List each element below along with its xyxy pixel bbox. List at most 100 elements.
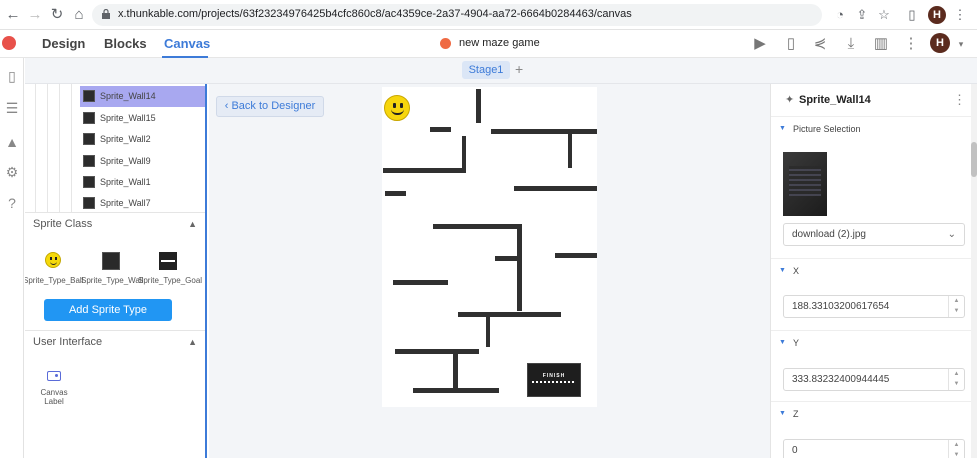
wall-sprite[interactable] — [495, 256, 517, 261]
number-stepper[interactable]: ▲ ▼ — [948, 296, 964, 317]
sprite-label: Sprite_Wall15 — [100, 113, 156, 123]
tab-canvas[interactable]: Canvas — [164, 36, 210, 51]
thunkable-logo-icon[interactable] — [2, 36, 16, 50]
browser-profile-avatar[interactable]: H — [928, 6, 946, 24]
tab-design[interactable]: Design — [42, 36, 85, 51]
canvas-label-component[interactable]: Canvas Label — [36, 371, 72, 406]
number-stepper[interactable]: ▲ ▼ — [948, 440, 964, 458]
back-to-designer-button[interactable]: ‹ Back to Designer — [216, 96, 324, 117]
chevron-down-icon: ⌄ — [947, 229, 956, 240]
x-input[interactable]: 188.33103200617654 ▲ ▼ — [783, 295, 965, 318]
number-stepper[interactable]: ▲ ▼ — [948, 369, 964, 390]
scrollbar-thumb[interactable] — [971, 142, 977, 177]
app-header: Design Blocks Canvas new maze game ▶ ▯ ⋞… — [0, 30, 977, 58]
sprite-list-item[interactable]: Sprite_Wall9 — [80, 151, 205, 172]
section-title: X — [793, 266, 800, 276]
wall-sprite[interactable] — [393, 280, 448, 285]
y-section[interactable]: ▼ Y — [771, 330, 977, 354]
picture-thumbnail[interactable] — [783, 152, 827, 216]
sprite-list-item[interactable]: Sprite_Wall14 — [80, 86, 205, 107]
x-value: 188.33103200617654 — [792, 301, 890, 312]
device-icon[interactable]: ▯ — [4, 68, 20, 84]
wall-sprite[interactable] — [486, 314, 490, 347]
user-avatar[interactable]: H — [930, 33, 950, 53]
scrollbar[interactable] — [971, 84, 977, 458]
goal-sprite[interactable]: FINISH — [527, 363, 581, 397]
wall-sprite[interactable] — [395, 349, 479, 354]
goal-icon — [159, 252, 177, 270]
picture-dropdown[interactable]: download (2).jpg ⌄ — [783, 223, 965, 246]
sprite-label: Sprite_Wall1 — [100, 177, 151, 187]
wall-sprite[interactable] — [458, 312, 561, 317]
database-icon[interactable]: ☰ — [4, 100, 20, 116]
device-preview-icon[interactable]: ▯ — [782, 35, 800, 53]
wall-sprite[interactable] — [517, 225, 522, 311]
docs-icon[interactable]: ▥ — [872, 35, 890, 53]
user-interface-title: User Interface — [33, 336, 103, 348]
wall-sprite[interactable] — [433, 224, 522, 229]
sprite-class-goal[interactable]: Sprite_Type_Goal — [138, 252, 203, 285]
more-options-icon[interactable]: ⋮ — [953, 92, 966, 108]
wall-sprite[interactable] — [383, 168, 466, 173]
sprite-class-header[interactable]: Sprite Class ▲ — [25, 212, 205, 234]
star-icon[interactable]: ☆ — [876, 7, 892, 23]
sprite-label: Sprite_Wall14 — [100, 91, 156, 101]
wall-sprite[interactable] — [555, 253, 597, 258]
back-arrow-icon[interactable]: ← — [4, 6, 22, 24]
add-stage-button[interactable]: + — [515, 61, 523, 77]
download-icon[interactable]: ⤓ — [842, 35, 860, 53]
properties-panel: ✦ Sprite_Wall14 ⋮ ▼ Picture Selection do… — [770, 84, 977, 458]
sprite-class-ball[interactable]: Sprite_Type_Ball — [25, 252, 83, 285]
sprite-class-label: Sprite_Type_Goal — [138, 276, 203, 285]
sprite-list-item[interactable]: Sprite_Wall1 — [80, 172, 205, 193]
sprite-list-item[interactable]: Sprite_Wall15 — [80, 108, 205, 129]
more-options-icon[interactable]: ⋮ — [902, 35, 920, 53]
share-icon[interactable]: ⇪ — [854, 7, 870, 23]
chevron-down-icon[interactable]: ▾ — [952, 35, 970, 53]
sprite-class-label: Sprite_Type_Wall — [81, 276, 144, 285]
collapse-triangle-icon: ▼ — [779, 410, 786, 417]
browser-menu-icon[interactable]: ⋮ — [952, 7, 968, 23]
section-title: Y — [793, 338, 800, 348]
wall-sprite[interactable] — [385, 191, 406, 196]
x-section[interactable]: ▼ X — [771, 258, 977, 282]
sprite-list-item[interactable]: Sprite_Wall7 — [80, 193, 205, 211]
wall-sprite[interactable] — [453, 352, 458, 390]
user-interface-header[interactable]: User Interface ▲ — [25, 330, 205, 352]
reload-icon[interactable]: ↻ — [48, 6, 66, 24]
wall-sprite[interactable] — [514, 186, 597, 191]
sprite-class-wall[interactable]: Sprite_Type_Wall — [81, 252, 144, 285]
game-stage[interactable]: FINISH — [382, 87, 597, 407]
performance-icon[interactable]: ◔ — [832, 7, 848, 23]
z-input[interactable]: 0 ▲ ▼ — [783, 439, 965, 458]
component-label-line: Canvas — [40, 388, 68, 397]
wall-sprite[interactable] — [491, 129, 597, 134]
wall-sprite[interactable] — [568, 132, 572, 168]
sidebar-icon[interactable]: ▯ — [904, 7, 920, 23]
sprite-list-item[interactable]: Sprite_Wall2 — [80, 129, 205, 150]
tab-blocks[interactable]: Blocks — [104, 36, 147, 51]
stage-tab[interactable]: Stage1 — [462, 61, 510, 79]
wall-icon — [102, 252, 120, 270]
add-sprite-type-button[interactable]: Add Sprite Type — [44, 299, 172, 321]
forward-arrow-icon[interactable]: → — [26, 6, 44, 24]
image-assets-icon[interactable]: ▲ — [4, 134, 20, 150]
z-section[interactable]: ▼ Z — [771, 401, 977, 425]
help-icon[interactable]: ? — [4, 195, 20, 211]
wall-sprite[interactable] — [476, 89, 481, 123]
play-icon[interactable]: ▶ — [751, 35, 769, 53]
picture-selection-section[interactable]: ▼ Picture Selection — [771, 116, 977, 140]
address-bar[interactable]: x.thunkable.com/projects/63f23234976425b… — [92, 4, 822, 26]
home-icon[interactable]: ⌂ — [70, 6, 88, 24]
sprite-class-label: Sprite_Type_Ball — [25, 276, 84, 285]
wall-thumbnail-icon — [83, 197, 95, 209]
y-input[interactable]: 333.83232400944445 ▲ ▼ — [783, 368, 965, 391]
wall-sprite[interactable] — [413, 388, 499, 393]
left-panel: Sprite_Wall14 Sprite_Wall15 Sprite_Wall2… — [25, 84, 207, 458]
ball-sprite[interactable] — [384, 95, 410, 121]
share-project-icon[interactable]: ⋞ — [811, 35, 829, 53]
settings-icon[interactable]: ⚙ — [4, 164, 20, 180]
project-name[interactable]: new maze game — [459, 37, 540, 49]
wall-sprite[interactable] — [430, 127, 451, 132]
wall-sprite[interactable] — [462, 136, 466, 173]
